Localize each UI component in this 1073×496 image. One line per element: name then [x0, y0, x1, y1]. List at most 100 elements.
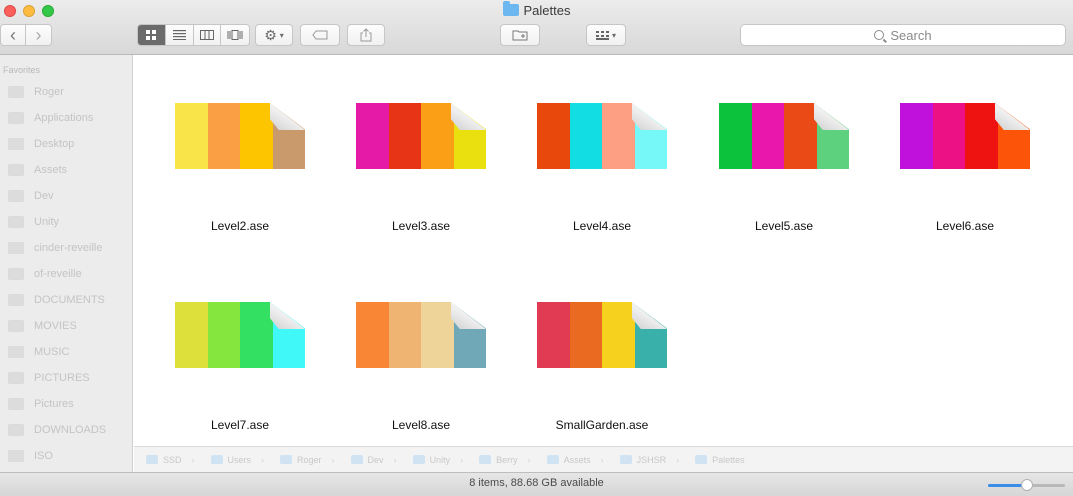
search-icon	[874, 30, 885, 40]
file-name: Level6.ase	[935, 219, 995, 233]
path-crumb[interactable]: Berry ›	[479, 455, 531, 465]
color-swatch	[388, 302, 421, 368]
color-swatch	[537, 302, 570, 368]
icon-size-slider[interactable]	[988, 479, 1065, 491]
color-swatch	[932, 103, 965, 169]
color-swatch	[602, 302, 635, 368]
path-crumb-label: Users	[227, 454, 252, 465]
path-separator-icon: ›	[676, 454, 680, 465]
path-crumb-label: Roger	[297, 454, 322, 465]
share-button[interactable]	[347, 24, 385, 46]
path-crumb-label: SSD	[163, 454, 182, 465]
path-crumb[interactable]: Unity ›	[412, 454, 464, 465]
file-name: Level3.ase	[391, 219, 451, 233]
file-item[interactable]: Level5.ase	[694, 103, 874, 233]
file-name: SmallGarden.ase	[555, 418, 649, 432]
path-crumb[interactable]: SSD ›	[146, 455, 195, 465]
folder-icon	[8, 372, 24, 384]
gear-icon: ⚙	[264, 26, 277, 43]
edit-tags-button[interactable]	[300, 24, 340, 46]
color-swatch	[784, 103, 817, 169]
sidebar-item[interactable]: PICTURES	[0, 365, 132, 391]
sidebar-item[interactable]: Unity	[0, 209, 132, 235]
file-item[interactable]: SmallGarden.ase	[512, 302, 692, 432]
sidebar-item[interactable]: MOVIES	[0, 313, 132, 339]
path-crumb[interactable]: Assets ›	[546, 454, 604, 465]
cover-flow-icon	[227, 30, 243, 40]
path-crumb-label: Unity	[429, 454, 451, 465]
sidebar-item[interactable]: Applications	[0, 105, 132, 131]
color-swatch	[207, 103, 240, 169]
folder-icon	[8, 424, 24, 436]
window-title: Palettes	[0, 1, 1073, 18]
columns-icon	[199, 30, 214, 40]
color-swatch	[719, 103, 752, 169]
color-swatch	[569, 302, 602, 368]
color-swatch	[356, 103, 389, 169]
action-menu-button[interactable]: ⚙ ▾	[255, 24, 293, 46]
path-crumb-label: Berry	[496, 454, 518, 465]
file-item[interactable]: Level3.ase	[331, 103, 511, 233]
sidebar-item-label: DOCUMENTS	[34, 294, 105, 306]
path-separator-icon: ›	[600, 454, 604, 465]
path-bar: SSD › Users › Roger › Dev › Unity › Berry › Assets › J…	[134, 446, 1073, 472]
slider-knob[interactable]	[1020, 479, 1033, 491]
sidebar-item[interactable]: of-reveille	[0, 261, 132, 287]
arrange-menu-button[interactable]: ▾	[586, 24, 626, 46]
folder-icon	[8, 242, 24, 254]
file-name: Level5.ase	[754, 219, 814, 233]
folder-icon	[8, 450, 24, 462]
new-folder-button[interactable]	[500, 24, 540, 46]
path-crumb[interactable]: Roger ›	[280, 455, 335, 465]
cover-flow-view-button[interactable]	[221, 25, 249, 45]
palette-swatches	[356, 302, 486, 368]
folder-icon	[8, 346, 24, 358]
sidebar-item[interactable]: Desktop	[0, 131, 132, 157]
file-item[interactable]: Level7.ase	[150, 302, 330, 432]
palette-swatches	[537, 302, 667, 368]
path-crumb[interactable]: Palettes	[695, 455, 745, 465]
back-button[interactable]: ‹	[1, 25, 27, 45]
file-name: Level7.ase	[210, 418, 270, 432]
file-item[interactable]: Level4.ase	[512, 103, 692, 233]
sidebar-item[interactable]: MUSIC	[0, 339, 132, 365]
status-text: 8 items, 88.68 GB available	[469, 477, 604, 489]
sidebar-heading: Favorites	[3, 65, 41, 75]
color-swatch	[175, 103, 208, 169]
path-separator-icon: ›	[460, 454, 464, 465]
palette-swatches	[537, 103, 667, 169]
file-item[interactable]: Level8.ase	[331, 302, 511, 432]
path-crumb-label: Assets	[563, 454, 591, 465]
path-crumb[interactable]: Users ›	[210, 454, 264, 465]
path-crumb[interactable]: Dev ›	[350, 455, 397, 465]
folder-icon	[8, 112, 24, 124]
sidebar-item[interactable]: Pictures	[0, 391, 132, 417]
sidebar-item[interactable]: Dev	[0, 183, 132, 209]
path-crumb[interactable]: JSHSR ›	[619, 454, 680, 465]
file-item[interactable]: Level2.ase	[150, 103, 330, 233]
list-view-button[interactable]	[165, 25, 194, 45]
color-swatch	[388, 103, 421, 169]
search-field[interactable]: Search	[740, 24, 1066, 46]
folder-icon	[350, 455, 363, 464]
palette-swatches	[719, 103, 849, 169]
sidebar-item[interactable]: ISO	[0, 443, 132, 469]
sidebar-item[interactable]: DOWNLOADS	[0, 417, 132, 443]
folder-icon	[546, 455, 559, 464]
sidebar-item[interactable]: cinder-reveille	[0, 235, 132, 261]
search-placeholder: Search	[890, 27, 932, 43]
sidebar-item-label: Pictures	[34, 398, 74, 410]
column-view-button[interactable]	[193, 25, 222, 45]
icon-view-button[interactable]	[138, 25, 166, 45]
sidebar-item[interactable]: Assets	[0, 157, 132, 183]
sidebar-item[interactable]: DOCUMENTS	[0, 287, 132, 313]
sidebar-item-label: of-reveille	[34, 268, 82, 280]
sidebar-item[interactable]: Roger	[0, 79, 132, 105]
forward-button[interactable]: ›	[26, 25, 51, 45]
window-title-text: Palettes	[523, 3, 571, 18]
file-item[interactable]: Level6.ase	[875, 103, 1055, 233]
chevron-down-icon: ▾	[611, 30, 616, 40]
tag-icon	[312, 30, 328, 40]
color-swatch	[175, 302, 208, 368]
folder-icon	[412, 455, 425, 464]
